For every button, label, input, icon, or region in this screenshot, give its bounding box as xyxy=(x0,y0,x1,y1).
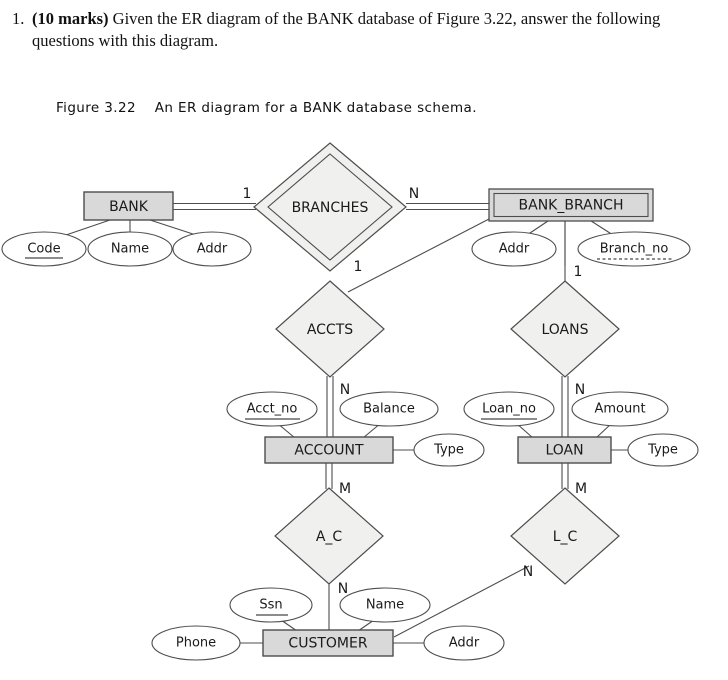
cardinality-bankbranch-loans: 1 xyxy=(574,264,583,280)
entity-label-bank-branch: BANK_BRANCH xyxy=(519,198,624,214)
attribute-loan-no[interactable]: Loan_no xyxy=(463,391,555,427)
attribute-label-branch-addr: Addr xyxy=(499,242,530,257)
entity-label-bank: BANK xyxy=(109,199,149,215)
connector-branches-bankbranch xyxy=(406,202,489,211)
connector-accts-account xyxy=(326,376,334,438)
cardinality-loan-lc: M xyxy=(575,481,587,497)
relationship-label-loans: LOANS xyxy=(541,322,588,338)
attribute-label-account-type: Type xyxy=(433,443,464,458)
entity-bank[interactable]: BANK xyxy=(83,191,174,221)
attribute-label-ssn: Ssn xyxy=(259,598,282,613)
connector-lines xyxy=(65,202,628,644)
attribute-label-balance: Balance xyxy=(363,402,415,417)
connector-loans-loan xyxy=(561,376,569,438)
attribute-label-bank-name: Name xyxy=(111,242,149,257)
attribute-customer-name[interactable]: Name xyxy=(339,587,431,623)
attribute-branch-no[interactable]: Branch_no xyxy=(577,231,691,267)
entity-customer[interactable]: CUSTOMER xyxy=(262,629,394,657)
attribute-bank-name[interactable]: Name xyxy=(87,231,173,267)
cardinality-branches-bankbranch: N xyxy=(409,186,419,202)
cardinality-accts-account: N xyxy=(340,382,350,398)
entity-label-customer: CUSTOMER xyxy=(288,636,367,652)
cardinality-loans-loan: N xyxy=(575,382,585,398)
entity-label-account: ACCOUNT xyxy=(294,443,364,459)
attribute-label-loan-type: Type xyxy=(647,443,678,458)
relationship-a-c[interactable]: A_C xyxy=(274,487,384,585)
cardinality-lc-customer: N xyxy=(523,564,533,580)
attribute-code[interactable]: Code xyxy=(1,231,87,267)
relationship-accts[interactable]: ACCTS xyxy=(275,280,385,378)
question-marks: (10 marks) xyxy=(32,9,109,28)
entity-loan[interactable]: LOAN xyxy=(517,436,612,464)
attribute-acct-no[interactable]: Acct_no xyxy=(226,391,318,427)
relationship-label-accts: ACCTS xyxy=(307,322,353,338)
relationship-label-branches: BRANCHES xyxy=(292,200,369,216)
attribute-balance[interactable]: Balance xyxy=(339,391,439,427)
connector-bank-code xyxy=(65,219,111,236)
attribute-label-acct-no: Acct_no xyxy=(247,402,298,417)
relationship-loans[interactable]: LOANS xyxy=(510,280,620,378)
relationship-label-a-c: A_C xyxy=(316,529,343,545)
attribute-label-customer-name: Name xyxy=(366,598,404,613)
attribute-bank-addr[interactable]: Addr xyxy=(172,231,252,267)
connector-loan-lc xyxy=(561,463,569,489)
er-diagram-canvas: BRANCHES ACCTS LOANS A_C L_C Code Name A… xyxy=(1,142,699,661)
attribute-customer-addr[interactable]: Addr xyxy=(423,625,505,661)
entity-label-loan: LOAN xyxy=(545,443,583,459)
question-number: 1. xyxy=(12,9,25,28)
attribute-label-phone: Phone xyxy=(176,636,216,651)
entity-bank-branch[interactable]: BANK_BRANCH xyxy=(488,188,654,222)
cardinality-bankbranch-accts: 1 xyxy=(354,259,363,275)
connector-bank-branches xyxy=(173,202,256,211)
attribute-label-bank-addr: Addr xyxy=(197,242,228,257)
attribute-account-type[interactable]: Type xyxy=(413,433,485,467)
attribute-label-branch-no: Branch_no xyxy=(600,242,669,257)
cardinality-account-ac: M xyxy=(339,481,351,497)
connector-account-ac xyxy=(325,463,333,489)
question-body-text: Given the ER diagram of the BANK databas… xyxy=(32,9,661,50)
connector-bank-addr xyxy=(149,219,197,236)
attribute-amount[interactable]: Amount xyxy=(571,391,669,427)
attribute-phone[interactable]: Phone xyxy=(151,625,241,661)
attribute-loan-type[interactable]: Type xyxy=(627,433,699,467)
cardinality-bank-branches: 1 xyxy=(243,186,252,202)
question-text: (10 marks) Given the ER diagram of the B… xyxy=(32,8,692,52)
attribute-label-loan-no: Loan_no xyxy=(482,402,536,417)
attribute-label-customer-addr: Addr xyxy=(449,636,480,651)
relationship-branches[interactable]: BRANCHES xyxy=(253,142,407,272)
entity-account[interactable]: ACCOUNT xyxy=(264,436,394,464)
attribute-label-amount: Amount xyxy=(594,402,645,417)
attribute-branch-addr[interactable]: Addr xyxy=(471,231,557,267)
relationship-label-l-c: L_C xyxy=(553,529,578,545)
cardinality-ac-customer: N xyxy=(338,581,348,597)
attribute-label-code: Code xyxy=(27,242,60,257)
attribute-ssn[interactable]: Ssn xyxy=(229,587,313,623)
figure-caption: Figure 3.22 An ER diagram for a BANK dat… xyxy=(56,100,477,116)
question-block: 1. (10 marks) Given the ER diagram of the… xyxy=(12,8,712,52)
